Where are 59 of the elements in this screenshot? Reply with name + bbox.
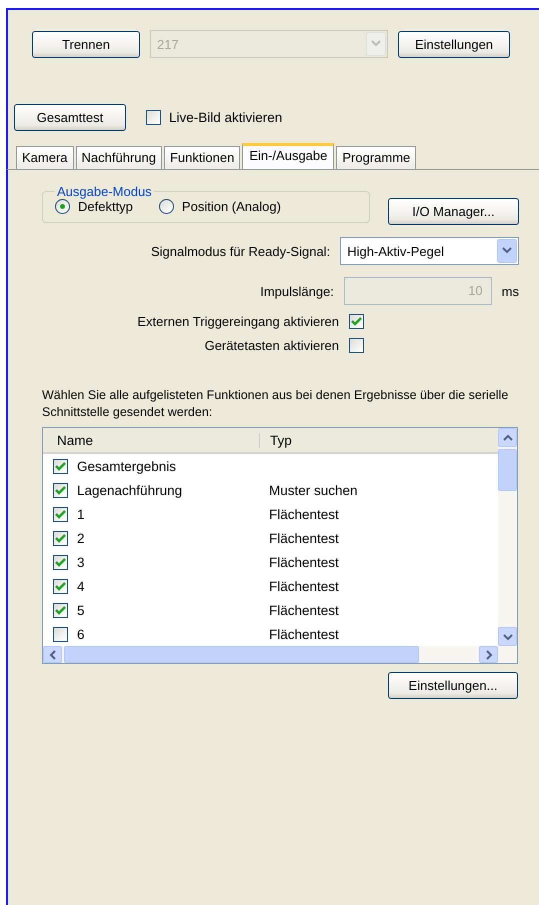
tab[interactable]: Programme xyxy=(336,146,416,169)
name-cell: Lagenachführung xyxy=(77,482,182,498)
signal-mode-label: Signalmodus für Ready-Signal: xyxy=(150,244,332,258)
column-header[interactable]: Typ xyxy=(259,432,292,448)
signal-mode-dropdown[interactable]: High-Aktiv-Pegel xyxy=(340,237,519,265)
row-checkbox[interactable] xyxy=(53,530,68,546)
live-image-label: Live-Bild aktivieren xyxy=(169,110,282,125)
option-label: Externen Triggereingang aktivieren xyxy=(136,314,340,329)
group-title: Ausgabe-Modus xyxy=(56,184,153,199)
settings-button[interactable]: Einstellungen... xyxy=(388,672,518,699)
type-cell-text: Flächentest xyxy=(268,602,339,618)
row-checkbox[interactable] xyxy=(53,482,68,498)
tab[interactable]: Nachführung xyxy=(76,146,162,169)
tab[interactable]: Funktionen xyxy=(164,146,240,169)
name-cell: 1 xyxy=(77,506,85,522)
type-cell-text: Muster suchen xyxy=(268,482,358,498)
option-checkbox[interactable] xyxy=(349,338,364,353)
description-text: Wählen Sie alle aufgelisteten Funktionen aus bei denen Ergebnisse über die serielle Schnittstelle gesendet werden: xyxy=(42,387,510,421)
vertical-scrollbar[interactable] xyxy=(498,428,517,646)
name-cell: 6 xyxy=(77,626,85,642)
scroll-down-icon xyxy=(502,632,512,640)
option-checkbox[interactable] xyxy=(349,314,364,329)
horizontal-scrollbar[interactable] xyxy=(43,646,517,663)
row-checkbox[interactable] xyxy=(53,626,68,642)
unit-label: ms xyxy=(502,284,519,298)
row-checkbox[interactable] xyxy=(53,602,68,618)
tab[interactable]: Ein-/Ausgabe xyxy=(242,143,334,169)
radio-label: Position (Analog) xyxy=(182,199,281,214)
radio-button[interactable] xyxy=(55,199,70,214)
name-cell: Gesamtergebnis xyxy=(77,458,176,474)
settings-button[interactable]: Einstellungen xyxy=(398,30,510,58)
scrollbar-thumb[interactable] xyxy=(64,646,419,663)
pulse-length-label: Impulslänge: xyxy=(259,284,335,298)
type-cell-text: Flächentest xyxy=(268,506,339,522)
name-cell: 4 xyxy=(77,578,85,594)
radio-button[interactable] xyxy=(158,199,174,214)
scroll-left-icon xyxy=(48,650,56,660)
type-cell-text: Flächentest xyxy=(268,530,339,546)
name-cell: 2 xyxy=(77,530,85,546)
radio-label: Defekttyp xyxy=(78,199,133,214)
tab[interactable]: Kamera xyxy=(16,146,74,169)
row-checkbox[interactable] xyxy=(53,458,68,474)
scroll-right-icon xyxy=(484,650,492,660)
disconnect-button[interactable]: Trennen xyxy=(32,30,140,58)
io-manager-button[interactable]: I/O Manager... xyxy=(388,198,519,225)
row-checkbox[interactable] xyxy=(53,578,68,594)
type-cell-text: Flächentest xyxy=(268,626,339,642)
option-label: Gerätetasten aktivieren xyxy=(204,338,340,353)
row-checkbox[interactable] xyxy=(53,554,68,570)
scroll-up-icon xyxy=(502,434,512,442)
column-header[interactable]: Name xyxy=(43,432,259,448)
overall-test-button[interactable]: Gesamttest xyxy=(14,104,126,131)
row-checkbox[interactable] xyxy=(53,506,68,522)
type-cell-text: Flächentest xyxy=(268,578,339,594)
live-image-checkbox[interactable] xyxy=(146,110,161,125)
name-cell: 3 xyxy=(77,554,85,570)
scrollbar-thumb[interactable] xyxy=(498,449,517,491)
type-cell-text: Flächentest xyxy=(268,554,339,570)
name-cell: 5 xyxy=(77,602,85,618)
